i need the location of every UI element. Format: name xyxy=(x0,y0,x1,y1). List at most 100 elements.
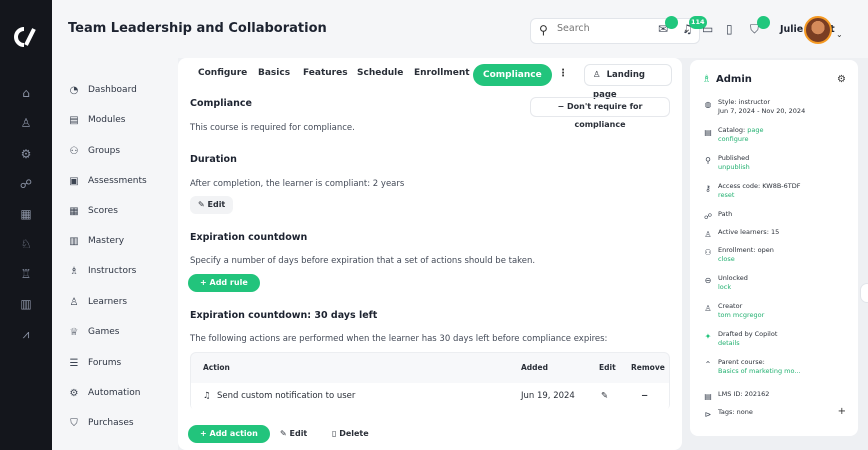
more-tabs-icon[interactable]: ⋮ xyxy=(558,68,568,79)
dont-require-label: Don't require for compliance xyxy=(566,102,643,129)
avatar-chevron-icon[interactable]: ⌄ xyxy=(836,30,843,39)
gear-icon[interactable]: ⚙ xyxy=(837,74,846,85)
search-icon: ⚲ xyxy=(539,23,548,37)
column-header-action: Action xyxy=(203,363,230,372)
cart-badge xyxy=(757,16,770,29)
instructors-icon: ♗ xyxy=(69,265,79,277)
side-row-text: Unlocked xyxy=(718,274,748,282)
tab-bar: Configure Basics Features Schedule Enrol… xyxy=(188,64,672,100)
rail-people-icon[interactable]: ♙ xyxy=(0,114,52,132)
main-panel: Configure Basics Features Schedule Enrol… xyxy=(178,58,682,450)
add-tag-icon[interactable]: + xyxy=(838,406,846,417)
compliance-heading: Compliance xyxy=(190,98,252,109)
add-rule-button[interactable]: + Add rule xyxy=(188,274,260,292)
side-row-link[interactable]: close xyxy=(718,255,735,263)
notifications-icon[interactable]: ♫ 114 xyxy=(682,16,707,36)
tab-features[interactable]: Features xyxy=(303,68,348,78)
side-row-text: Enrollment: open xyxy=(718,246,774,254)
sidebar-item-label: Automation xyxy=(88,388,141,398)
sidebar-item-label: Modules xyxy=(88,115,126,125)
sidebar-item-groups[interactable]: ⚇ Groups xyxy=(66,141,121,161)
messages-icon[interactable]: ✉ xyxy=(658,16,678,36)
rail-settings-icon[interactable]: ⚙ xyxy=(0,145,52,163)
side-row-text: Published xyxy=(718,154,750,162)
side-row-link[interactable]: reset xyxy=(718,191,734,199)
side-row-link[interactable]: unpublish xyxy=(718,163,750,171)
sidebar-item-purchases[interactable]: ⛉ Purchases xyxy=(66,413,133,433)
trash-icon[interactable]: ▯ xyxy=(726,22,733,36)
mastery-icon: ▥ xyxy=(69,235,79,247)
side-row-text: Path xyxy=(718,210,733,218)
rail-org-icon[interactable]: ♖ xyxy=(0,265,52,283)
calendar-icon[interactable]: ▭ xyxy=(702,22,713,36)
search-input[interactable] xyxy=(557,23,657,34)
row-remove-icon[interactable]: − xyxy=(641,391,648,401)
minus-icon: − xyxy=(557,102,567,111)
countdown-edit-button[interactable]: ✎ Edit xyxy=(272,425,315,443)
rail-building-icon[interactable]: ▥ xyxy=(0,295,52,313)
dont-require-compliance-button[interactable]: − Don't require for compliance xyxy=(530,97,670,129)
side-row-link[interactable]: configure xyxy=(718,135,749,143)
rail-user-icon[interactable]: ♘ xyxy=(0,235,52,253)
automation-icon: ⚙ xyxy=(69,387,79,399)
landing-page-button[interactable]: ♙ Landing page xyxy=(584,64,672,100)
duration-edit-button[interactable]: ✎ Edit xyxy=(190,196,234,214)
column-header-added: Added xyxy=(521,363,548,372)
row-edit-icon[interactable]: ✎ xyxy=(601,391,608,401)
tab-configure[interactable]: Configure xyxy=(198,68,247,78)
tab-enrollment[interactable]: Enrollment xyxy=(414,68,470,78)
pencil-icon: ✎ xyxy=(280,429,290,438)
access-code-icon: ⚷ xyxy=(705,184,711,193)
app-logo[interactable] xyxy=(12,26,38,52)
sidebar-item-label: Dashboard xyxy=(88,85,137,95)
column-header-edit: Edit xyxy=(599,363,616,372)
pencil-icon: ✎ xyxy=(198,200,208,209)
tab-basics[interactable]: Basics xyxy=(258,68,290,78)
add-action-button[interactable]: + Add action xyxy=(188,425,270,443)
rail-groups-icon[interactable]: ☍ xyxy=(0,175,52,193)
sidebar-item-games[interactable]: ♕ Games xyxy=(66,322,120,342)
side-row-link[interactable]: tom mcgregor xyxy=(718,311,764,319)
sidebar-item-label: Scores xyxy=(88,206,118,216)
rail-home-icon[interactable]: ⌂ xyxy=(0,84,52,102)
parent-course-icon: ⌃ xyxy=(704,360,712,369)
sidebar-item-scores[interactable]: ▦ Scores xyxy=(66,201,118,221)
groups-icon: ⚇ xyxy=(69,145,79,157)
games-icon: ♕ xyxy=(69,326,79,338)
sidebar-item-instructors[interactable]: ♗ Instructors xyxy=(66,261,137,281)
side-row-text: Parent course: xyxy=(718,358,765,366)
countdown-delete-button[interactable]: ▯ Delete xyxy=(324,425,377,443)
sidebar-item-mastery[interactable]: ▥ Mastery xyxy=(66,231,124,251)
tab-compliance[interactable]: Compliance xyxy=(473,64,552,86)
purchases-icon: ⛉ xyxy=(70,417,78,429)
sidebar-item-assessments[interactable]: ▣ Assessments xyxy=(66,171,147,191)
side-row-link[interactable]: details xyxy=(718,339,740,347)
tab-schedule[interactable]: Schedule xyxy=(357,68,403,78)
sidebar-item-dashboard[interactable]: ◔ Dashboard xyxy=(66,80,137,100)
side-row-text: Drafted by Copilot xyxy=(718,330,778,338)
top-header: Team Leadership and Collaboration ⚲ ⌄ ✉ … xyxy=(52,0,868,58)
sidebar-item-label: Assessments xyxy=(88,176,147,186)
side-row-link[interactable]: page xyxy=(747,126,763,134)
tag-icon: ⊳ xyxy=(704,410,712,419)
cart-icon[interactable]: ⛉ xyxy=(750,16,770,37)
avatar[interactable] xyxy=(804,16,832,44)
admin-panel: ♗ Admin ⚙ ◍ Style: instructor Jun 7, 2024 … xyxy=(690,60,858,436)
scores-icon: ▦ xyxy=(69,205,79,217)
plus-icon: + xyxy=(200,429,210,438)
sidebar-item-modules[interactable]: ▤ Modules xyxy=(66,110,125,130)
sidebar-item-automation[interactable]: ⚙ Automation xyxy=(66,383,141,403)
side-row-link[interactable]: lock xyxy=(718,283,731,291)
bell-icon: ♫ xyxy=(203,391,211,401)
forums-icon: ☰ xyxy=(69,357,79,369)
side-row-link[interactable]: Basics of marketing mo... xyxy=(718,367,801,375)
duration-text: After completion, the learner is complia… xyxy=(190,179,405,189)
panel-toggle-handle[interactable] xyxy=(860,283,868,303)
edit-label: Edit xyxy=(289,429,308,438)
rail-grid-icon[interactable]: ▦ xyxy=(0,205,52,223)
sidebar-item-learners[interactable]: ♙ Learners xyxy=(66,292,128,312)
sidebar-item-forums[interactable]: ☰ Forums xyxy=(66,353,122,373)
rail-chart-icon[interactable]: ⩘ xyxy=(0,325,52,343)
duration-heading: Duration xyxy=(190,154,237,165)
countdown-text: The following actions are performed when… xyxy=(190,334,608,344)
